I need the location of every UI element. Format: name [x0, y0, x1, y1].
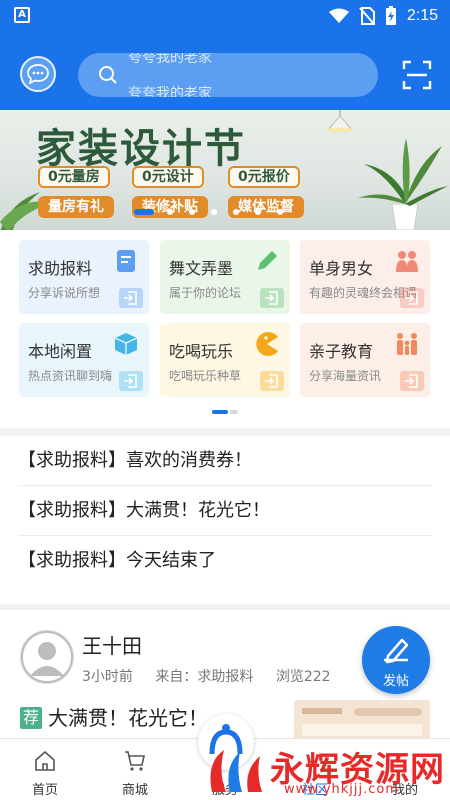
no-sim-icon	[359, 7, 375, 25]
recommend-badge: 荐	[20, 707, 42, 729]
compose-icon	[384, 638, 409, 664]
enter-arrow-icon	[124, 291, 137, 305]
category-card[interactable]: 亲子教育 分享海量资讯	[300, 323, 430, 397]
top-header: 夸夸我的老家 夸夸我的老家	[0, 32, 450, 110]
new-post-button[interactable]: 发帖	[362, 626, 430, 694]
nav-home[interactable]: 首页	[0, 739, 90, 800]
pencil-icon	[258, 251, 277, 270]
banner-dot[interactable]	[233, 209, 239, 215]
post-source[interactable]: 来自：求助报料	[155, 669, 253, 685]
status-icons: 2:15	[328, 6, 438, 26]
category-subtitle: 属于你的论坛	[169, 286, 242, 300]
category-grid: 求助报料 分享诉说所想 舞文弄墨 属于你的论坛 单身男女 有趣的灵魂终会相遇 本…	[0, 230, 450, 428]
category-subtitle: 吃喝玩乐种草	[169, 369, 242, 383]
cart-icon	[125, 751, 145, 771]
search-placeholder-next: 夸夸我的老家	[128, 86, 212, 97]
pendant-lamp-decoration	[326, 110, 354, 132]
new-post-label: 发帖	[382, 674, 409, 689]
search-icon	[99, 66, 117, 84]
notice-item[interactable]: 【求助报料】大满贯！花光它！	[18, 486, 432, 536]
post-title: 大满贯！花光它！	[48, 706, 208, 730]
enter-arrow-icon	[405, 374, 418, 388]
default-avatar-icon	[21, 631, 73, 683]
post-thumbnail[interactable]	[294, 700, 430, 740]
banner-slide-indicator	[134, 209, 283, 215]
banner-dot[interactable]	[255, 209, 261, 215]
status-bar: A 2:15	[0, 0, 450, 32]
watermark-url: www.yhkjjj.com	[284, 782, 400, 797]
category-card[interactable]: 吃喝玩乐 吃喝玩乐种草	[160, 323, 290, 397]
nav-shop-label: 商城	[121, 783, 148, 798]
post-views: 浏览222	[275, 669, 331, 685]
search-placeholder-previous: 夸夸我的老家	[128, 53, 212, 66]
nav-shop[interactable]: 商城	[90, 739, 180, 800]
community-page: A 2:15 夸夸我的老家 夸夸我的老家 家装设计节 0元量房 0元设计 0元报…	[0, 0, 450, 800]
category-title: 舞文弄墨	[169, 259, 234, 278]
post-title-row[interactable]: 荐大满贯！花光它！	[20, 702, 208, 731]
watermark-logo	[210, 750, 262, 792]
notice-item[interactable]: 【求助报料】喜欢的消费券！	[18, 436, 432, 486]
banner-chip-free-quote: 0元报价	[228, 166, 300, 188]
nav-home-label: 首页	[31, 783, 58, 798]
category-card[interactable]: 单身男女 有趣的灵魂终会相遇	[300, 240, 430, 314]
chat-bubble-icon	[27, 64, 49, 84]
enter-arrow-icon	[124, 374, 137, 388]
category-title: 单身男女	[309, 259, 374, 278]
category-subtitle: 分享海量资讯	[309, 369, 382, 383]
search-bar[interactable]: 夸夸我的老家 夸夸我的老家	[78, 53, 378, 97]
scan-icon[interactable]	[402, 60, 432, 90]
banner-dot[interactable]	[211, 209, 217, 215]
clock: 2:15	[406, 7, 438, 24]
banner-dot[interactable]	[189, 209, 195, 215]
enter-arrow-icon	[405, 291, 418, 305]
banner-dot[interactable]	[277, 209, 283, 215]
pacman-icon	[256, 332, 278, 356]
notice-list: 【求助报料】喜欢的消费券！ 【求助报料】大满贯！花光它！ 【求助报料】今天结束了	[0, 436, 450, 604]
battery-charging-icon	[385, 6, 396, 25]
category-title: 吃喝玩乐	[169, 342, 234, 361]
app-notification-icon: A	[14, 7, 30, 23]
category-card[interactable]: 本地闲置 热点资讯聊到嗨	[19, 323, 149, 397]
post-meta: 3小时前 来自：求助报料 浏览222	[82, 666, 349, 686]
post-time: 3小时前	[82, 669, 133, 685]
category-page-indicator	[212, 410, 238, 414]
category-card[interactable]: 求助报料 分享诉说所想	[19, 240, 149, 314]
avatar[interactable]	[20, 630, 74, 684]
document-icon	[117, 250, 135, 272]
family-icon	[397, 333, 417, 355]
thumbnail-image	[294, 700, 430, 740]
notice-item[interactable]: 【求助报料】今天结束了	[18, 536, 432, 586]
enter-arrow-icon	[265, 374, 278, 388]
category-card[interactable]: 舞文弄墨 属于你的论坛	[160, 240, 290, 314]
enter-arrow-icon	[265, 291, 278, 305]
watermark: 永辉资源网 www.yhkjjj.com	[200, 740, 450, 800]
home-icon	[35, 750, 55, 771]
category-title: 亲子教育	[309, 342, 374, 361]
couple-icon	[396, 251, 418, 272]
category-subtitle: 热点资讯聊到嗨	[28, 369, 113, 383]
banner-dot[interactable]	[167, 209, 173, 215]
box-icon	[114, 333, 138, 355]
category-subtitle: 分享诉说所想	[28, 286, 101, 300]
banner-dot-active[interactable]	[134, 209, 154, 215]
post-author[interactable]: 王十田	[82, 630, 142, 659]
wifi-icon	[328, 8, 349, 23]
category-title: 求助报料	[28, 259, 93, 278]
banner-chip-free-design: 0元设计	[132, 166, 204, 188]
message-button[interactable]	[20, 56, 56, 92]
category-title: 本地闲置	[28, 342, 93, 361]
banner-chip-free-measure: 0元量房	[38, 166, 110, 188]
